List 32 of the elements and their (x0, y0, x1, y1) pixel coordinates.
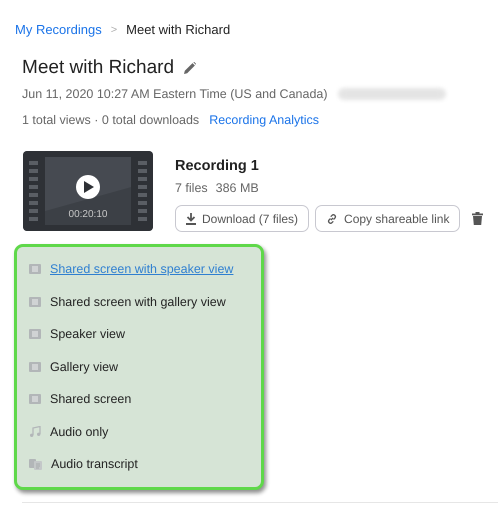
breadcrumb-separator: > (110, 24, 118, 36)
copy-link-button[interactable]: Copy shareable link (315, 205, 460, 232)
file-link[interactable]: Shared screen with gallery view (50, 294, 226, 309)
film-icon (29, 264, 41, 274)
music-note-icon (29, 426, 41, 438)
link-icon (326, 212, 338, 224)
file-link[interactable]: Speaker view (50, 327, 126, 342)
file-link[interactable]: Gallery view (50, 360, 118, 374)
pencil-icon[interactable] (184, 62, 196, 74)
download-button[interactable]: Download (7 files) (175, 205, 310, 232)
file-size: 386 MB (216, 181, 259, 195)
meeting-title: Meet with Richard (22, 57, 174, 79)
film-icon (29, 296, 41, 307)
video-thumbnail[interactable]: 00:20:10 (23, 151, 153, 231)
file-link[interactable]: Audio only (50, 424, 108, 439)
file-count: 7 files (175, 181, 208, 195)
video-duration: 00:20:10 (68, 209, 108, 220)
recording-title: Recording 1 (175, 158, 260, 174)
meeting-date: Jun 11, 2020 10:27 AM Eastern Time (US and Canada) (22, 87, 328, 101)
film-icon (29, 394, 41, 404)
file-link[interactable]: Shared screen (50, 392, 132, 406)
film-icon (29, 362, 41, 372)
transcript-icon (29, 458, 42, 470)
download-icon (186, 212, 196, 224)
breadcrumb-link[interactable]: My Recordings (15, 22, 102, 37)
analytics-link[interactable]: Recording Analytics (209, 113, 319, 127)
file-link[interactable]: Audio transcript (51, 457, 138, 472)
film-icon (29, 329, 41, 340)
breadcrumb-current: Meet with Richard (126, 22, 230, 37)
play-icon[interactable] (76, 175, 100, 199)
trash-icon[interactable] (472, 212, 484, 225)
meeting-stats: 1 total views · 0 total downloads (22, 113, 200, 127)
